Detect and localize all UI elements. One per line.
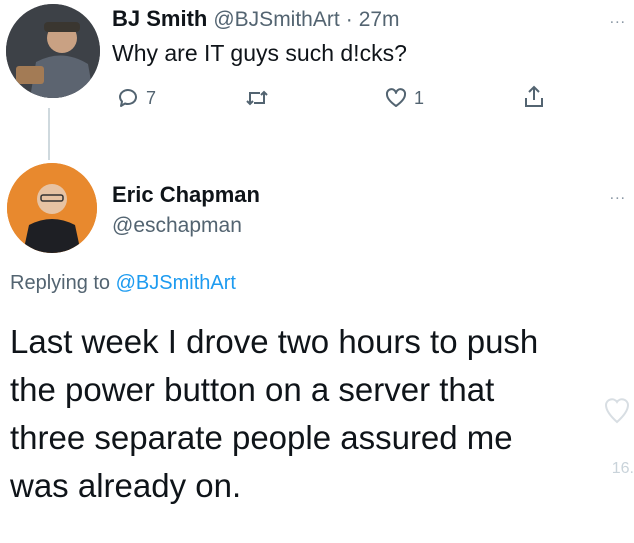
- reply-author-name[interactable]: Eric Chapman: [112, 182, 260, 208]
- replying-to-line: Replying to @BJSmithArt: [10, 272, 236, 295]
- avatar-bj-smith-image: [6, 4, 100, 98]
- reply-tweet-text: Last week I drove two hours to push the …: [10, 323, 539, 504]
- retweet-icon: [246, 90, 268, 106]
- like-action[interactable]: 1: [384, 86, 424, 110]
- avatar-eric-chapman[interactable]: [7, 163, 97, 253]
- reply-icon: [119, 89, 137, 107]
- tweet-time[interactable]: 27m: [359, 8, 400, 32]
- original-tweet-header: BJ Smith @BJSmithArt · 27m: [112, 6, 400, 32]
- reply-count: 7: [146, 87, 157, 108]
- header-separator: ·: [345, 8, 353, 31]
- like-count: 1: [414, 87, 425, 108]
- reply-author-handle[interactable]: @eschapman: [112, 214, 242, 238]
- share-action[interactable]: [522, 84, 546, 110]
- share-icon: [525, 85, 543, 107]
- overlay-heart-icon: [604, 392, 630, 431]
- replying-to-label: Replying to: [10, 272, 111, 294]
- original-tweet-text: Why are IT guys such d!cks?: [112, 40, 407, 66]
- reply-more-icon[interactable]: ...: [610, 186, 626, 204]
- author-name[interactable]: BJ Smith: [112, 6, 207, 32]
- replying-to-handle[interactable]: @BJSmithArt: [116, 272, 236, 294]
- author-handle[interactable]: @BJSmithArt: [213, 8, 339, 32]
- like-icon: [385, 88, 407, 107]
- avatar-bj-smith[interactable]: [6, 4, 100, 98]
- more-icon[interactable]: ...: [610, 10, 626, 28]
- retweet-action[interactable]: [244, 86, 276, 110]
- overlay-badge: 16.: [611, 460, 634, 477]
- reply-action[interactable]: 7: [116, 86, 156, 110]
- avatar-eric-chapman-image: [7, 163, 97, 253]
- thread-connector-line: [48, 108, 50, 160]
